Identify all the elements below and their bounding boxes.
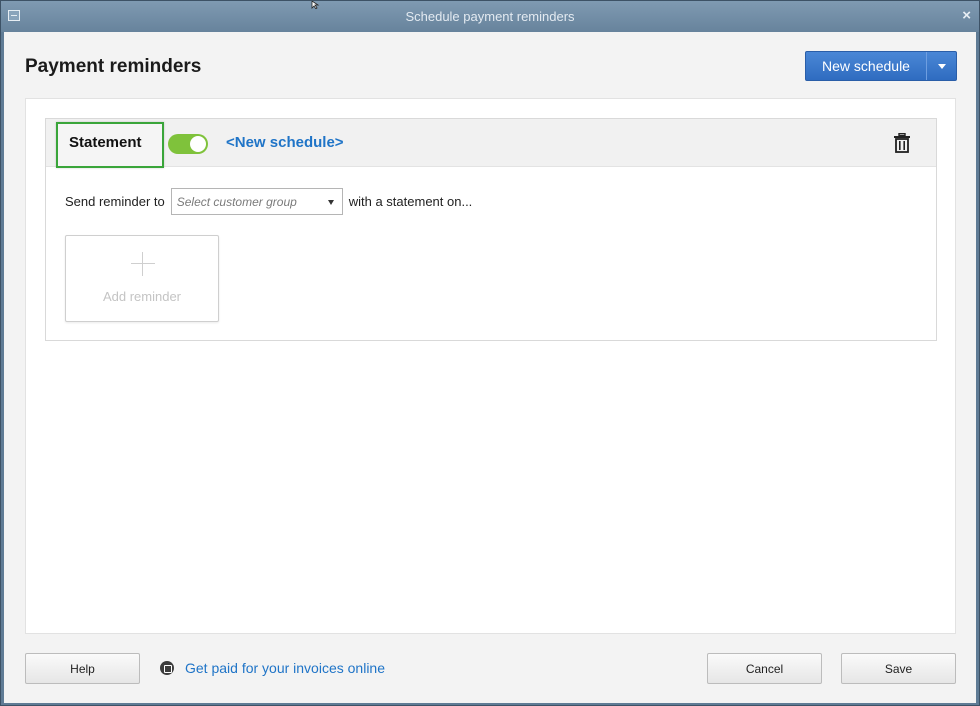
schedule-type-label: Statement xyxy=(69,134,142,151)
title-bar[interactable]: Schedule payment reminders × xyxy=(1,1,979,32)
add-reminder-label: Add reminder xyxy=(102,289,182,304)
customer-group-select[interactable]: Select customer group xyxy=(170,188,343,215)
schedule-header: Statement <New schedule> xyxy=(46,119,936,168)
new-schedule-split-button[interactable]: New schedule xyxy=(805,51,957,81)
cancel-button[interactable]: Cancel xyxy=(707,653,822,684)
schedule-enabled-toggle[interactable] xyxy=(168,134,208,154)
online-payment-icon xyxy=(160,661,174,675)
save-button[interactable]: Save xyxy=(841,653,956,684)
statement-highlight-box: Statement xyxy=(56,122,164,168)
mouse-cursor-icon xyxy=(311,1,320,9)
page-title: Payment reminders xyxy=(25,56,202,77)
toggle-knob xyxy=(190,136,206,152)
trash-icon[interactable] xyxy=(894,133,910,153)
help-button[interactable]: Help xyxy=(25,653,140,684)
schedule-card: Statement <New schedule> Send reminder t… xyxy=(45,118,937,341)
chevron-down-icon xyxy=(327,200,334,205)
new-schedule-button[interactable]: New schedule xyxy=(806,52,927,80)
schedules-panel: Statement <New schedule> Send reminder t… xyxy=(25,98,956,634)
send-reminder-row: Send reminder to Select customer group w… xyxy=(65,188,472,215)
get-paid-online-link[interactable]: Get paid for your invoices online xyxy=(185,660,385,676)
new-schedule-dropdown-arrow[interactable] xyxy=(927,52,956,80)
close-icon[interactable]: × xyxy=(962,7,971,24)
chevron-down-icon xyxy=(937,63,946,69)
window-title: Schedule payment reminders xyxy=(405,9,575,24)
dialog-body: Payment reminders New schedule Statement… xyxy=(4,32,976,703)
customer-group-placeholder: Select customer group xyxy=(176,195,297,209)
send-reminder-label: Send reminder to xyxy=(65,194,165,209)
statement-suffix-label: with a statement on... xyxy=(348,194,473,209)
add-reminder-button[interactable]: Add reminder xyxy=(65,235,219,322)
schedule-name-link[interactable]: <New schedule> xyxy=(226,134,344,151)
plus-icon xyxy=(131,252,155,276)
dialog-window: Schedule payment reminders × Payment rem… xyxy=(0,0,980,706)
